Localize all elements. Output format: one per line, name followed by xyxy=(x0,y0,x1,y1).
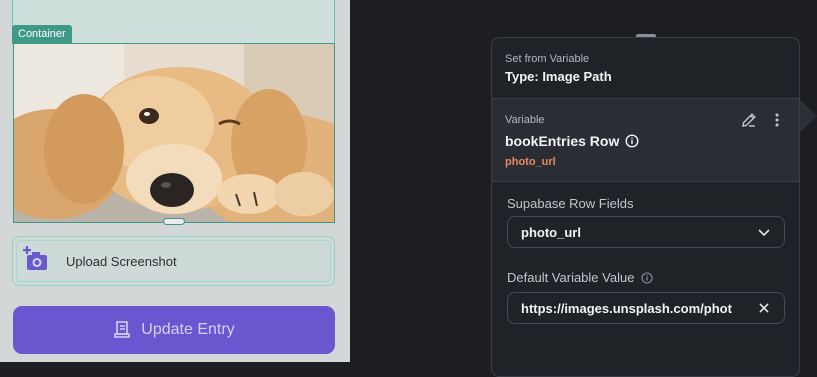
container-tag: Container xyxy=(12,25,72,43)
panel-header-title: Type: Image Path xyxy=(505,69,612,84)
upload-screenshot-button[interactable]: Upload Screenshot xyxy=(12,236,335,286)
row-fields-dropdown[interactable]: photo_url xyxy=(507,216,785,248)
panel-header-small: Set from Variable xyxy=(505,53,590,65)
add-photo-icon xyxy=(23,246,47,270)
panel-pointer-caret xyxy=(800,100,817,132)
info-icon[interactable] xyxy=(641,271,653,284)
variable-name-row: bookEntries Row xyxy=(505,133,639,149)
design-canvas: Container Upload Screenshot Update Entry xyxy=(0,0,350,362)
divider xyxy=(492,181,799,182)
default-value-text: https://images.unsplash.com/phot xyxy=(521,301,732,316)
close-icon[interactable] xyxy=(756,300,772,316)
edit-icon[interactable] xyxy=(740,111,758,129)
variable-label: Variable xyxy=(505,114,545,126)
variable-name: bookEntries Row xyxy=(505,133,620,149)
set-from-variable-panel: Set from Variable Type: Image Path Varia… xyxy=(491,37,800,377)
resize-handle[interactable] xyxy=(163,218,185,225)
update-entry-button[interactable]: Update Entry xyxy=(13,306,335,354)
dog-image[interactable] xyxy=(13,43,335,223)
default-value-input[interactable]: https://images.unsplash.com/phot xyxy=(507,292,785,324)
dog-image-graphic xyxy=(14,44,334,222)
panel-header: Set from Variable Type: Image Path xyxy=(492,38,799,98)
receipt-icon xyxy=(114,321,131,338)
variable-path: photo_url xyxy=(505,156,556,168)
default-value-label-row: Default Variable Value xyxy=(507,270,653,285)
row-fields-label: Supabase Row Fields xyxy=(507,196,634,211)
upload-label: Upload Screenshot xyxy=(66,254,177,269)
chevron-down-icon xyxy=(758,229,770,237)
more-vertical-icon[interactable] xyxy=(768,111,786,129)
default-value-label: Default Variable Value xyxy=(507,270,635,285)
variable-section: Variable bookEntries Row photo_url xyxy=(492,99,799,181)
info-icon[interactable] xyxy=(625,134,639,148)
row-fields-value: photo_url xyxy=(521,225,581,240)
update-entry-label: Update Entry xyxy=(141,321,235,338)
